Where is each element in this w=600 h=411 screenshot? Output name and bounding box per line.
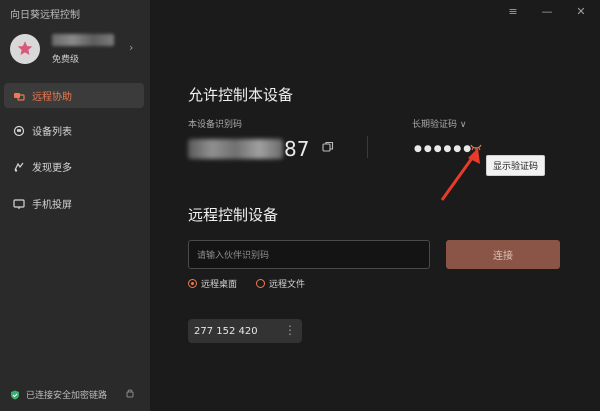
radio-dot <box>256 279 265 288</box>
copy-icon[interactable] <box>322 141 334 153</box>
sidebar-item-discover[interactable]: 发现更多 <box>4 154 144 179</box>
device-id: 87 <box>188 137 313 161</box>
sidebar-item-device-list[interactable]: 设备列表 <box>4 118 144 143</box>
screen-cast-icon <box>12 197 26 211</box>
sidebar-item-remote-assist[interactable]: 远程协助 <box>4 83 144 108</box>
app-title: 向日葵远程控制 <box>10 10 80 21</box>
sidebar: 向日葵远程控制 免费级 › 远程协助 设备列表 发现更多 手机投屏 已连接安全加… <box>0 0 150 411</box>
more-options-icon[interactable]: ⋮ <box>284 324 296 336</box>
security-status-text: 已连接安全加密链路 <box>26 391 108 401</box>
sidebar-item-label: 手机投屏 <box>32 200 72 211</box>
radio-label: 远程文件 <box>269 280 306 290</box>
avatar[interactable] <box>10 34 40 64</box>
device-list-icon <box>12 124 26 138</box>
code-type-dropdown[interactable]: 长期验证码 ∨ <box>412 117 466 130</box>
discover-icon <box>12 160 26 174</box>
device-id-label: 本设备识别码 <box>188 120 243 130</box>
radio-dot-checked <box>188 279 197 288</box>
main-panel: ≡ — ✕ 允许控制本设备 本设备识别码 长期验证码 ∨ 87 ●●●●●● 显… <box>150 0 600 411</box>
minimize-icon[interactable]: — <box>540 4 554 18</box>
star-avatar-icon <box>14 38 36 60</box>
username-blurred <box>52 34 114 46</box>
menu-icon[interactable]: ≡ <box>506 4 520 18</box>
security-status: 已连接安全加密链路 <box>10 388 107 401</box>
chevron-right-icon[interactable]: › <box>129 41 133 54</box>
allow-control-title: 允许控制本设备 <box>188 86 294 104</box>
sidebar-item-screen-cast[interactable]: 手机投屏 <box>4 191 144 216</box>
annotation-arrow <box>440 148 480 201</box>
remote-assist-icon <box>12 89 26 103</box>
shield-check-icon <box>11 390 19 399</box>
radio-remote-desktop[interactable]: 远程桌面 <box>188 277 237 290</box>
divider <box>367 136 368 158</box>
partner-id-input[interactable] <box>188 240 430 269</box>
sidebar-item-label: 设备列表 <box>32 127 72 138</box>
user-level: 免费级 <box>52 55 80 65</box>
radio-label: 远程桌面 <box>201 280 238 290</box>
recent-device-card[interactable]: 277 152 420 ⋮ <box>188 319 302 343</box>
recent-device-id: 277 152 420 <box>194 325 258 337</box>
radio-remote-file[interactable]: 远程文件 <box>256 277 305 290</box>
sidebar-item-label: 远程协助 <box>32 92 72 103</box>
sidebar-item-label: 发现更多 <box>32 163 72 174</box>
close-icon[interactable]: ✕ <box>574 4 588 18</box>
device-id-visible: 87 <box>284 137 310 161</box>
device-id-blurred <box>188 139 283 159</box>
show-code-tooltip: 显示验证码 <box>486 155 546 176</box>
connect-button[interactable]: 连接 <box>446 240 560 269</box>
remote-control-title: 远程控制设备 <box>188 206 279 224</box>
lock-icon[interactable] <box>125 388 135 398</box>
